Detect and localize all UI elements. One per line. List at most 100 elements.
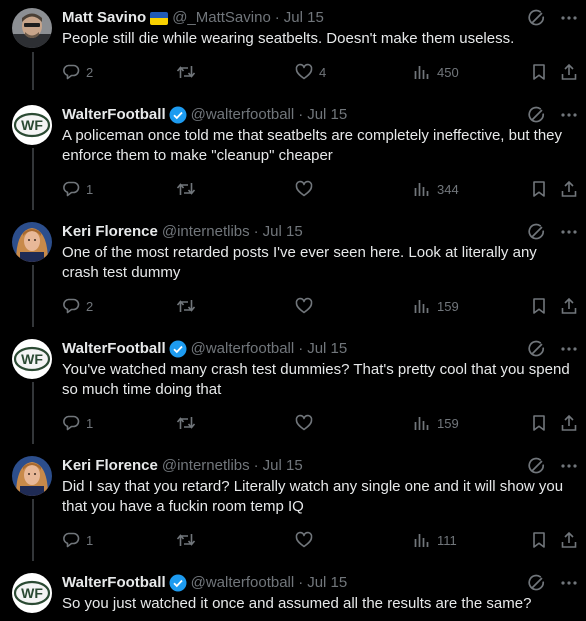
reply-icon [63, 181, 80, 197]
grok-icon[interactable] [528, 457, 546, 475]
author-name[interactable]: WalterFootball [62, 105, 166, 125]
author-name[interactable]: Keri Florence [62, 456, 158, 476]
like-icon [295, 63, 313, 80]
author-handle[interactable]: @walterfootball [191, 105, 295, 125]
grok-icon[interactable] [528, 9, 546, 27]
more-icon[interactable] [560, 340, 578, 358]
author-handle[interactable]: @internetlibs [162, 222, 250, 242]
author-name[interactable]: Keri Florence [62, 222, 158, 242]
views-button[interactable]: 111 [413, 530, 457, 550]
avatar[interactable]: WF [12, 105, 52, 145]
tweet-top-icons [528, 105, 578, 125]
more-icon[interactable] [560, 574, 578, 592]
views-button[interactable]: 159 [413, 413, 459, 433]
tweet-text: One of the most retarded posts I've ever… [62, 244, 537, 281]
share-button[interactable] [560, 62, 578, 82]
separator: · [298, 340, 304, 357]
matt-photo-avatar [12, 8, 52, 48]
share-button[interactable] [560, 530, 578, 550]
retweet-button[interactable] [176, 413, 196, 433]
view-count: 159 [437, 298, 459, 314]
more-icon[interactable] [560, 106, 578, 124]
tweet[interactable]: Keri Florence @internetlibs · Jul 15 One… [0, 222, 586, 332]
bookmark-button[interactable] [530, 530, 548, 550]
separator: · [274, 9, 280, 26]
ukraine-flag-icon [150, 11, 169, 25]
wf-logo-avatar: WF [12, 573, 52, 613]
retweet-button[interactable] [176, 530, 196, 550]
grok-icon[interactable] [528, 223, 546, 241]
share-button[interactable] [560, 296, 578, 316]
retweet-icon [176, 66, 196, 78]
reply-button[interactable]: 1 [62, 413, 93, 433]
svg-text:WF: WF [21, 585, 43, 601]
tweet-top-icons [528, 339, 578, 359]
grok-icon[interactable] [528, 340, 546, 358]
views-button[interactable]: 344 [413, 179, 459, 199]
views-icon [414, 183, 429, 196]
tweet-date[interactable]: Jul 15 [284, 8, 324, 28]
tweet-text: Did I say that you retard? Literally wat… [62, 478, 564, 515]
views-button[interactable]: 159 [413, 296, 459, 316]
wf-logo-avatar: WF [12, 339, 52, 379]
bookmark-button[interactable] [530, 296, 548, 316]
tweet-date[interactable]: Jul 15 [263, 456, 303, 476]
bookmark-button[interactable] [530, 179, 548, 199]
more-icon[interactable] [560, 223, 578, 241]
author-handle[interactable]: @walterfootball [191, 573, 295, 593]
like-button[interactable] [295, 530, 313, 550]
like-icon [295, 414, 313, 431]
reply-icon [63, 532, 80, 548]
avatar[interactable] [12, 222, 52, 262]
share-button[interactable] [560, 179, 578, 199]
author-name[interactable]: Matt Savino [62, 8, 146, 28]
like-icon [295, 531, 313, 548]
more-icon[interactable] [560, 9, 578, 27]
tweet-date[interactable]: Jul 15 [307, 105, 347, 125]
tweet-text: People still die while wearing seatbelts… [62, 30, 515, 47]
tweet-top-icons [528, 456, 578, 476]
like-count: 4 [319, 64, 327, 80]
retweet-button[interactable] [176, 179, 196, 199]
reply-button[interactable]: 1 [62, 179, 93, 199]
reply-button[interactable]: 2 [62, 62, 93, 82]
tweet[interactable]: WF WalterFootball @walterfootball · Jul … [0, 339, 586, 449]
more-icon[interactable] [560, 457, 578, 475]
share-button[interactable] [560, 413, 578, 433]
tweet-date[interactable]: Jul 15 [263, 222, 303, 242]
author-handle[interactable]: @walterfootball [191, 339, 295, 359]
tweet-date[interactable]: Jul 15 [307, 573, 347, 593]
author-handle[interactable]: @_MattSavino [172, 8, 271, 28]
author-handle[interactable]: @internetlibs [162, 456, 250, 476]
keri-photo-avatar [12, 456, 52, 496]
tweet[interactable]: WF WalterFootball @walterfootball · Jul … [0, 573, 586, 621]
author-name[interactable]: WalterFootball [62, 573, 166, 593]
like-button[interactable] [295, 296, 313, 316]
avatar[interactable]: WF [12, 573, 52, 613]
views-button[interactable]: 450 [413, 62, 459, 82]
tweet[interactable]: WF WalterFootball @walterfootball · Jul … [0, 105, 586, 215]
verified-badge-icon [169, 574, 187, 592]
tweet[interactable]: Keri Florence @internetlibs · Jul 15 Did… [0, 456, 586, 566]
grok-icon[interactable] [528, 106, 546, 124]
grok-icon[interactable] [528, 574, 546, 592]
bookmark-button[interactable] [530, 413, 548, 433]
retweet-button[interactable] [176, 296, 196, 316]
like-button[interactable] [295, 179, 313, 199]
like-button[interactable] [295, 413, 313, 433]
tweet-header: Keri Florence @internetlibs · Jul 15 [62, 456, 303, 476]
retweet-button[interactable] [176, 62, 196, 82]
separator: · [298, 106, 304, 123]
tweet-header: WalterFootball @walterfootball · Jul 15 [62, 105, 347, 125]
reply-button[interactable]: 2 [62, 296, 93, 316]
reply-button[interactable]: 1 [62, 530, 93, 550]
avatar[interactable] [12, 8, 52, 48]
avatar[interactable] [12, 456, 52, 496]
author-name[interactable]: WalterFootball [62, 339, 166, 359]
tweet[interactable]: Matt Savino @_MattSavino · Jul 15 People… [0, 8, 586, 98]
bookmark-button[interactable] [530, 62, 548, 82]
avatar[interactable]: WF [12, 339, 52, 379]
tweet-date[interactable]: Jul 15 [307, 339, 347, 359]
retweet-icon [176, 300, 196, 312]
like-button[interactable]: 4 [295, 62, 326, 82]
